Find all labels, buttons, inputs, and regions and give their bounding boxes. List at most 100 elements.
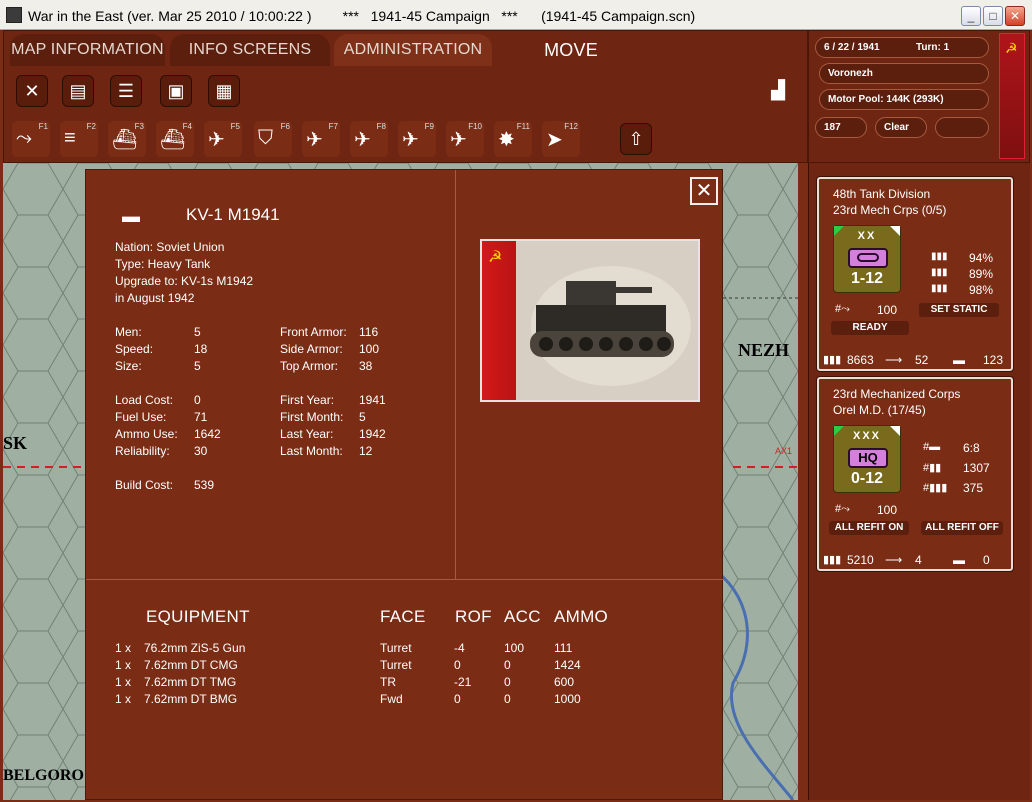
unit-photo: ☭ — [480, 239, 700, 402]
gun-icon: ⟶ — [885, 353, 903, 367]
list-button[interactable]: ☰ — [110, 75, 142, 107]
f9-button[interactable]: ✈ F9 — [398, 121, 436, 157]
minimize-button[interactable]: _ — [961, 6, 981, 26]
men-icon: ▮▮▮ — [931, 251, 948, 262]
fuel-use-value: 71 — [194, 410, 208, 424]
first-month-label: First Month: — [280, 410, 344, 424]
maximize-button[interactable]: □ — [983, 6, 1003, 26]
unit-counter[interactable]: XX 1-12 — [833, 225, 901, 293]
hammer-sickle-icon: ☭ — [488, 249, 503, 266]
men-count: 5210 — [847, 553, 874, 567]
supply-icon: ▮▮▮ — [931, 267, 948, 278]
speed-label: Speed: — [115, 342, 154, 356]
ammo-use-value: 1642 — [194, 427, 221, 441]
upgrade-date-label: in August 1942 — [115, 291, 195, 305]
face-header: FACE — [380, 607, 426, 626]
f8-button[interactable]: ✈ F8 — [350, 121, 388, 157]
list-icon: ☰ — [117, 81, 135, 101]
tank-photo-icon — [516, 241, 698, 400]
hq-counter[interactable]: XXX HQ 0-12 — [833, 425, 901, 493]
tab-map-information[interactable]: MAP INFORMATION — [10, 34, 165, 66]
f4-button[interactable]: ⛴ F4 — [156, 121, 194, 157]
air-attack-icon: ✈ — [306, 129, 323, 151]
ratio-1: 6:8 — [963, 441, 980, 455]
motor-pool-pill: Motor Pool: 144K (293K) — [819, 89, 989, 110]
top-armor-label: Top Armor: — [280, 359, 339, 373]
f12-button[interactable]: ➤ F12 — [542, 121, 580, 157]
f1-button[interactable]: ⤳ F1 — [12, 121, 50, 157]
supply-count-icon: #▮▮▮ — [923, 482, 948, 494]
build-cost-value: 539 — [194, 478, 215, 492]
last-month-value: 12 — [359, 444, 373, 458]
date-label: 6 / 22 / 1941 — [824, 42, 880, 53]
all-refit-off-button[interactable]: ALL REFIT OFF — [921, 521, 1003, 535]
close-window-button[interactable]: ✕ — [1005, 6, 1025, 26]
map-label-sk: SK — [3, 433, 28, 453]
percent-3: 98% — [969, 283, 994, 297]
f5-button[interactable]: ✈ F5 — [204, 121, 242, 157]
f2-button[interactable]: ≡ F2 — [60, 121, 98, 157]
upload-button[interactable]: ⇧ — [620, 123, 652, 155]
turn-label: Turn: 1 — [916, 42, 950, 53]
echelon-label: XXX — [852, 430, 881, 442]
afv-count: 123 — [983, 353, 1004, 367]
top-armor-value: 38 — [359, 359, 373, 373]
movement-icon: #⤳ — [835, 303, 850, 315]
floppy-icon: ▣ — [167, 81, 185, 101]
ready-button[interactable]: READY — [831, 321, 909, 335]
air-recon-icon: ✈ — [208, 129, 225, 151]
close-x-button[interactable]: ✕ — [16, 75, 48, 107]
f6-button[interactable]: ⛉ F6 — [254, 121, 292, 157]
ratio-3: 375 — [963, 481, 984, 495]
hammer-sickle-icon: ☭ — [1005, 40, 1018, 56]
supply-button[interactable]: ▟ — [762, 75, 794, 107]
load-cost-label: Load Cost: — [115, 393, 174, 407]
divider-horizontal — [86, 579, 724, 580]
unit-card-title: 48th Tank Division — [833, 187, 931, 201]
all-refit-on-button[interactable]: ALL REFIT ON — [829, 521, 909, 535]
tab-info-screens[interactable]: INFO SCREENS — [170, 34, 330, 66]
explosion-icon: ✸ — [498, 129, 515, 151]
front-armor-label: Front Armor: — [280, 325, 347, 339]
arrow-up-icon: ⇧ — [628, 129, 644, 149]
front-armor-value: 116 — [359, 325, 379, 339]
unit-card-23rd-mech[interactable]: 23rd Mechanized Corps Orel M.D. (17/45) … — [817, 377, 1013, 571]
size-value: 5 — [194, 359, 201, 373]
paradrop-icon: ✈ — [402, 129, 419, 151]
armor-symbol-icon — [848, 248, 888, 268]
side-armor-value: 100 — [359, 342, 380, 356]
percent-2: 89% — [969, 267, 994, 281]
echelon-label: XX — [857, 230, 877, 242]
grid-button[interactable]: ▦ — [208, 75, 240, 107]
percent-1: 94% — [969, 251, 994, 265]
divider-vertical — [455, 170, 456, 580]
unit-sidebar: 48th Tank Division 23rd Mech Crps (0/5) … — [808, 163, 1030, 800]
afv-icon: ▬ — [953, 553, 965, 567]
app-icon — [6, 7, 22, 23]
first-month-value: 5 — [359, 410, 366, 424]
movement-icon: #⤳ — [835, 503, 850, 515]
first-year-value: 1941 — [359, 393, 386, 407]
set-static-button[interactable]: SET STATIC — [919, 303, 999, 317]
unit-name: KV-1 M1941 — [186, 205, 280, 224]
size-label: Size: — [115, 359, 142, 373]
unit-card-title: 23rd Mechanized Corps — [833, 387, 961, 401]
close-icon: ✕ — [24, 81, 40, 101]
f3-button[interactable]: ⛴ F3 — [108, 121, 146, 157]
movement-points: 100 — [877, 303, 898, 317]
save-button[interactable]: ▣ — [160, 75, 192, 107]
f7-button[interactable]: ✈ F7 — [302, 121, 340, 157]
ammo-header: AMMO — [554, 607, 609, 626]
f10-button[interactable]: ✈ F10 — [446, 121, 484, 157]
panel-close-button[interactable]: ✕ — [690, 177, 718, 205]
tank-count-icon: #▬ — [923, 441, 941, 453]
unit-card-48th-tank[interactable]: 48th Tank Division 23rd Mech Crps (0/5) … — [817, 177, 1013, 371]
last-year-value: 1942 — [359, 427, 386, 441]
air-supply-icon: ✈ — [450, 129, 467, 151]
f11-button[interactable]: ✸ F11 — [494, 121, 532, 157]
infantry-icon: ▮▮▮ — [823, 554, 842, 566]
date-turn-pill: 6 / 22 / 1941 Turn: 1 — [815, 37, 989, 58]
unit-info-button[interactable]: ▤ — [62, 75, 94, 107]
tab-move[interactable]: MOVE — [498, 34, 644, 66]
tab-administration[interactable]: ADMINISTRATION — [334, 34, 492, 66]
